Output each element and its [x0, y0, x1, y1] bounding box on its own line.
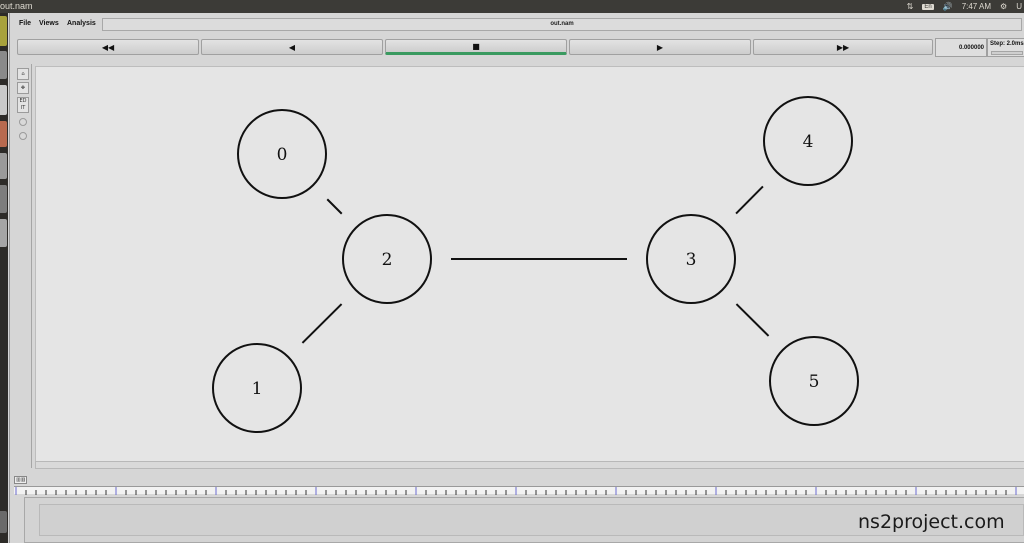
- node-label-1: 1: [252, 379, 263, 399]
- link-3-5[interactable]: [735, 303, 770, 337]
- watermark-text: ns2project.com: [858, 511, 1005, 533]
- node-label-4: 4: [803, 132, 814, 152]
- link-1-2[interactable]: [301, 303, 343, 344]
- link-0-2[interactable]: [326, 198, 343, 215]
- node-label-2: 2: [382, 250, 393, 270]
- link-3-4[interactable]: [735, 185, 764, 215]
- topology-drawing: 0 1 2 3 4 5: [212, 96, 859, 433]
- node-label-0: 0: [277, 145, 288, 165]
- node-label-3: 3: [686, 250, 697, 270]
- node-label-5: 5: [809, 372, 820, 392]
